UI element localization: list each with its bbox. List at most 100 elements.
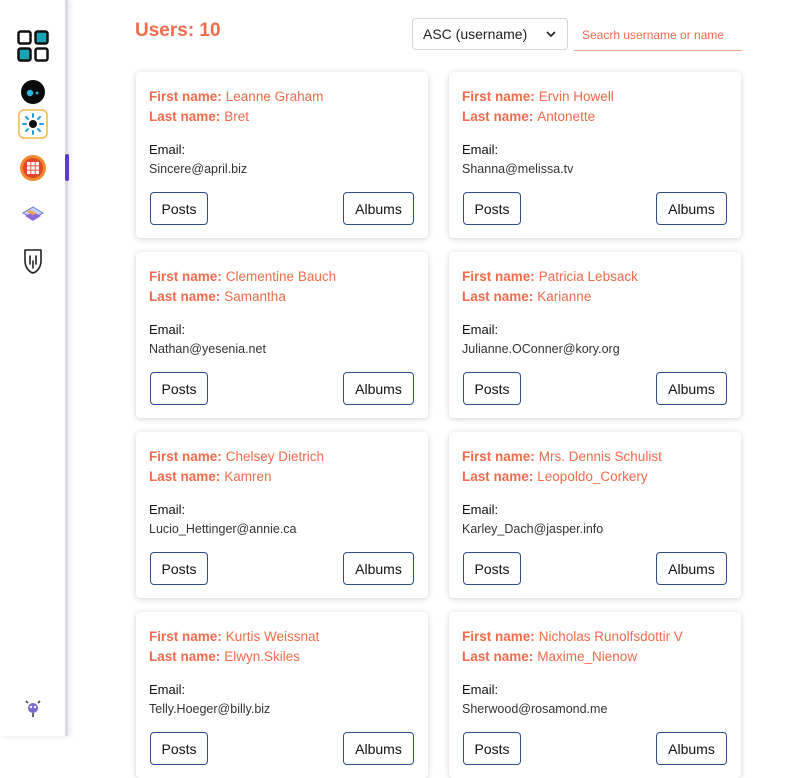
albums-button[interactable]: Albums: [656, 192, 727, 225]
first-name-value: Mrs. Dennis Schulist: [538, 449, 662, 464]
last-name-row: Last name: Antonette: [462, 109, 595, 124]
first-name-row: First name: Ervin Howell: [462, 89, 614, 104]
first-name-label: First name:: [462, 269, 535, 284]
first-name-row: First name: Leanne Graham: [149, 89, 323, 104]
last-name-row: Last name: Samantha: [149, 289, 286, 304]
last-name-label: Last name:: [462, 469, 534, 484]
email-value: Telly.Hoeger@billy.biz: [149, 702, 271, 716]
last-name-label: Last name:: [462, 289, 534, 304]
user-card: First name: Ervin Howell Last name: Antonet…: [449, 72, 741, 238]
posts-button[interactable]: Posts: [463, 552, 521, 585]
users-count: Users: 10: [135, 20, 221, 41]
posts-button[interactable]: Posts: [463, 192, 521, 225]
albums-button[interactable]: Albums: [656, 372, 727, 405]
sort-select[interactable]: ASC (username): [412, 18, 568, 50]
first-name-value: Patricia Lebsack: [538, 269, 638, 284]
posts-button[interactable]: Posts: [150, 372, 208, 405]
last-name-row: Last name: Leopoldo_Corkery: [462, 469, 648, 484]
email-label: Email:: [149, 682, 186, 697]
last-name-row: Last name: Karianne: [462, 289, 591, 304]
email-value: Lucio_Hettinger@annie.ca: [149, 522, 297, 536]
first-name-row: First name: Mrs. Dennis Schulist: [462, 449, 662, 464]
first-name-row: First name: Chelsey Dietrich: [149, 449, 324, 464]
posts-button[interactable]: Posts: [150, 552, 208, 585]
albums-button[interactable]: Albums: [343, 552, 414, 585]
albums-button[interactable]: Albums: [656, 732, 727, 765]
user-card: First name: Leanne Graham Last name: Bret Em…: [136, 72, 428, 238]
sun-app-icon[interactable]: [16, 107, 50, 141]
email-value: Julianne.OConner@kory.org: [462, 342, 620, 356]
last-name-label: Last name:: [149, 289, 221, 304]
last-name-label: Last name:: [149, 649, 221, 664]
first-name-label: First name:: [462, 629, 535, 644]
email-label: Email:: [149, 502, 186, 517]
search-input[interactable]: [574, 20, 742, 51]
last-name-label: Last name:: [149, 469, 221, 484]
first-name-value: Ervin Howell: [538, 89, 614, 104]
email-label: Email:: [149, 142, 186, 157]
email-value: Shanna@melissa.tv: [462, 162, 574, 176]
first-name-value: Leanne Graham: [225, 89, 324, 104]
orange-grid-app-icon[interactable]: [16, 151, 50, 185]
first-name-row: First name: Patricia Lebsack: [462, 269, 638, 284]
email-value: Nathan@yesenia.net: [149, 342, 266, 356]
last-name-label: Last name:: [462, 109, 534, 124]
email-value: Karley_Dach@jasper.info: [462, 522, 604, 536]
email-value: Sherwood@rosamond.me: [462, 702, 608, 716]
posts-button[interactable]: Posts: [463, 372, 521, 405]
blue-dot-app-icon[interactable]: [16, 75, 50, 109]
sort-select-value: ASC (username): [423, 26, 528, 42]
albums-button[interactable]: Albums: [343, 732, 414, 765]
first-name-label: First name:: [149, 449, 222, 464]
last-name-value: Leopoldo_Corkery: [537, 469, 648, 484]
email-value: Sincere@april.biz: [149, 162, 248, 176]
last-name-label: Last name:: [462, 649, 534, 664]
posts-button[interactable]: Posts: [150, 192, 208, 225]
albums-button[interactable]: Albums: [343, 372, 414, 405]
user-card: First name: Chelsey Dietrich Last name: Kam…: [136, 432, 428, 598]
last-name-row: Last name: Elwyn.Skiles: [149, 649, 300, 664]
settings-bot-icon[interactable]: [16, 692, 50, 726]
chevron-down-icon: [546, 31, 556, 38]
last-name-value: Antonette: [537, 109, 596, 124]
last-name-value: Karianne: [537, 289, 592, 304]
main-content: Users: 10 ASC (username) First name:Lean…: [68, 0, 798, 778]
last-name-value: Maxime_Nienow: [537, 649, 638, 664]
first-name-row: First name: Clementine Bauch: [149, 269, 336, 284]
posts-button[interactable]: Posts: [463, 732, 521, 765]
first-name-label: First name:: [149, 89, 222, 104]
email-label: Email:: [149, 322, 186, 337]
email-label: Email:: [462, 682, 499, 697]
user-card: First name: Mrs. Dennis Schulist Last name…: [449, 432, 741, 598]
first-name-value: Chelsey Dietrich: [225, 449, 325, 464]
last-name-value: Kamren: [224, 469, 272, 484]
albums-button[interactable]: Albums: [343, 192, 414, 225]
first-name-value: Nicholas Runolfsdottir V: [538, 629, 683, 644]
stack-app-icon[interactable]: [16, 198, 50, 232]
first-name-row: First name: Nicholas Runolfsdottir V: [462, 629, 683, 644]
first-name-label: First name:: [149, 629, 222, 644]
last-name-row: Last name: Kamren: [149, 469, 272, 484]
email-label: Email:: [462, 142, 499, 157]
last-name-value: Bret: [224, 109, 250, 124]
first-name-label: First name:: [149, 269, 222, 284]
last-name-label: Last name:: [149, 109, 221, 124]
posts-button[interactable]: Posts: [150, 732, 208, 765]
user-card: First name: Nicholas Runolfsdottir V Last …: [449, 612, 741, 778]
last-name-row: Last name: Bret: [149, 109, 249, 124]
first-name-value: Clementine Bauch: [225, 269, 337, 284]
last-name-row: Last name: Maxime_Nienow: [462, 649, 637, 664]
user-card: First name: Patricia Lebsack Last name: Kar…: [449, 252, 741, 418]
first-name-row: First name: Kurtis Weissnat: [149, 629, 319, 644]
first-name-label: First name:: [462, 449, 535, 464]
hand-app-icon[interactable]: [16, 245, 50, 279]
albums-button[interactable]: Albums: [656, 552, 727, 585]
first-name-label: First name:: [462, 89, 535, 104]
email-label: Email:: [462, 502, 499, 517]
last-name-value: Elwyn.Skiles: [224, 649, 301, 664]
user-card: First name: Kurtis Weissnat Last name: Elwy…: [136, 612, 428, 778]
first-name-value: Kurtis Weissnat: [225, 629, 320, 644]
last-name-value: Samantha: [224, 289, 286, 304]
apps-grid-icon[interactable]: [16, 29, 50, 63]
user-card: First name: Clementine Bauch Last name: Sam…: [136, 252, 428, 418]
